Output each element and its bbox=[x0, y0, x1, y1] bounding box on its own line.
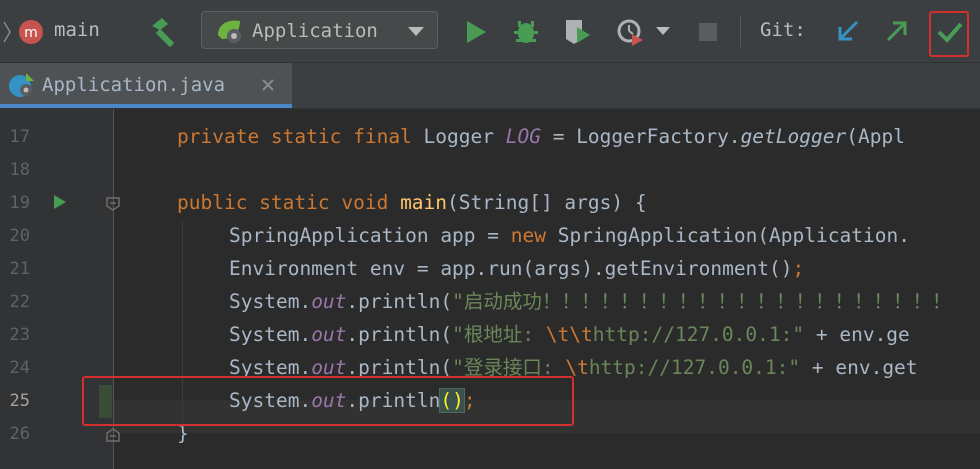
code-token: private static final bbox=[177, 125, 424, 148]
code-line-17: private static final Logger LOG = Logger… bbox=[177, 120, 905, 153]
line-number: 17 bbox=[9, 127, 30, 147]
code-token: main bbox=[400, 191, 448, 214]
chevron-down-icon[interactable] bbox=[656, 27, 670, 37]
line-number: 18 bbox=[9, 160, 30, 180]
code-line-21: Environment env = app.run(args).getEnvir… bbox=[229, 252, 804, 285]
code-token: out bbox=[311, 290, 347, 313]
code-token: SpringApplication app = bbox=[229, 224, 511, 247]
line-number: 20 bbox=[9, 226, 30, 246]
breadcrumb-chevron-icon bbox=[3, 21, 11, 43]
svg-text:m: m bbox=[24, 25, 38, 41]
git-commit-check-icon[interactable] bbox=[936, 20, 964, 44]
code-token: ; bbox=[792, 257, 805, 280]
stop-icon[interactable] bbox=[698, 22, 718, 42]
line-number: 26 bbox=[9, 424, 30, 444]
code-token: System. bbox=[229, 290, 312, 313]
main-toolbar: m main Application Git: bbox=[0, 0, 980, 63]
code-line-19: public static void main(String[] args) { bbox=[177, 186, 647, 219]
code-line-23: System.out.println("根地址: \t\thttp://127.… bbox=[229, 318, 910, 351]
code-token: \t\t bbox=[545, 323, 593, 346]
git-push-arrow-icon[interactable] bbox=[885, 19, 909, 43]
code-token: + env.get bbox=[800, 356, 918, 379]
editor-tabbar: Application.java bbox=[0, 63, 980, 109]
line-number: 19 bbox=[9, 193, 30, 213]
line-number: 25 bbox=[9, 391, 30, 411]
fold-end-icon[interactable] bbox=[105, 427, 121, 443]
code-token: SpringApplication(Application. bbox=[557, 224, 910, 247]
spring-boot-icon bbox=[218, 20, 241, 43]
line-number: 23 bbox=[9, 325, 30, 345]
code-token: new bbox=[510, 224, 558, 247]
module-icon[interactable]: m bbox=[18, 19, 44, 45]
run-with-coverage-icon[interactable] bbox=[562, 17, 592, 47]
line-number: 21 bbox=[9, 259, 30, 279]
fold-icon[interactable] bbox=[105, 196, 121, 212]
code-token: http://127.0.0.1:" bbox=[588, 356, 801, 379]
code-token: (Appl bbox=[846, 125, 905, 148]
close-icon[interactable] bbox=[261, 78, 275, 92]
tab-label: Application.java bbox=[42, 74, 226, 96]
code-token: Logger bbox=[423, 125, 506, 148]
toolbar-separator bbox=[740, 15, 741, 47]
code-token: + env.ge bbox=[804, 323, 910, 346]
code-token: "启动成功！！！！！！！！！！！！！！！！！！！！！ bbox=[452, 290, 952, 313]
line-number: 22 bbox=[9, 292, 30, 312]
code-editor[interactable]: 17 18 19 20 21 22 23 24 25 26 private st… bbox=[0, 109, 980, 469]
code-token: getLogger bbox=[740, 125, 847, 148]
code-line-22: System.out.println("启动成功！！！！！！！！！！！！！！！！… bbox=[229, 285, 951, 318]
chevron-down-icon bbox=[408, 27, 424, 36]
highlight-box-line-25 bbox=[82, 376, 574, 426]
code-token: = LoggerFactory. bbox=[540, 125, 741, 148]
branch-label[interactable]: main bbox=[54, 19, 100, 41]
code-token: .println( bbox=[346, 323, 453, 346]
debug-bug-icon[interactable] bbox=[512, 17, 540, 45]
code-token: (String[] args) { bbox=[447, 191, 647, 214]
run-icon[interactable] bbox=[464, 19, 488, 45]
code-token: out bbox=[311, 323, 347, 346]
code-token: .println( bbox=[346, 290, 453, 313]
run-config-select[interactable]: Application bbox=[201, 11, 438, 49]
git-update-arrow-icon[interactable] bbox=[836, 19, 860, 43]
tab-application-java[interactable]: Application.java bbox=[0, 63, 292, 108]
code-token: Environment env = app.run(args).getEnvir… bbox=[229, 257, 793, 280]
code-token: System. bbox=[229, 323, 312, 346]
code-token: http://127.0.0.1:" bbox=[592, 323, 805, 346]
profile-icon[interactable] bbox=[616, 16, 648, 48]
run-config-label: Application bbox=[252, 20, 378, 42]
git-label: Git: bbox=[760, 19, 806, 41]
code-line-20: SpringApplication app = new SpringApplic… bbox=[229, 219, 910, 252]
build-hammer-icon[interactable] bbox=[148, 16, 180, 48]
run-gutter-icon[interactable] bbox=[53, 194, 67, 210]
code-token: LOG bbox=[505, 125, 541, 148]
code-token: "根地址: bbox=[452, 323, 546, 346]
line-number: 24 bbox=[9, 358, 30, 378]
code-token: public static void bbox=[177, 191, 401, 214]
spring-class-icon bbox=[9, 73, 34, 97]
